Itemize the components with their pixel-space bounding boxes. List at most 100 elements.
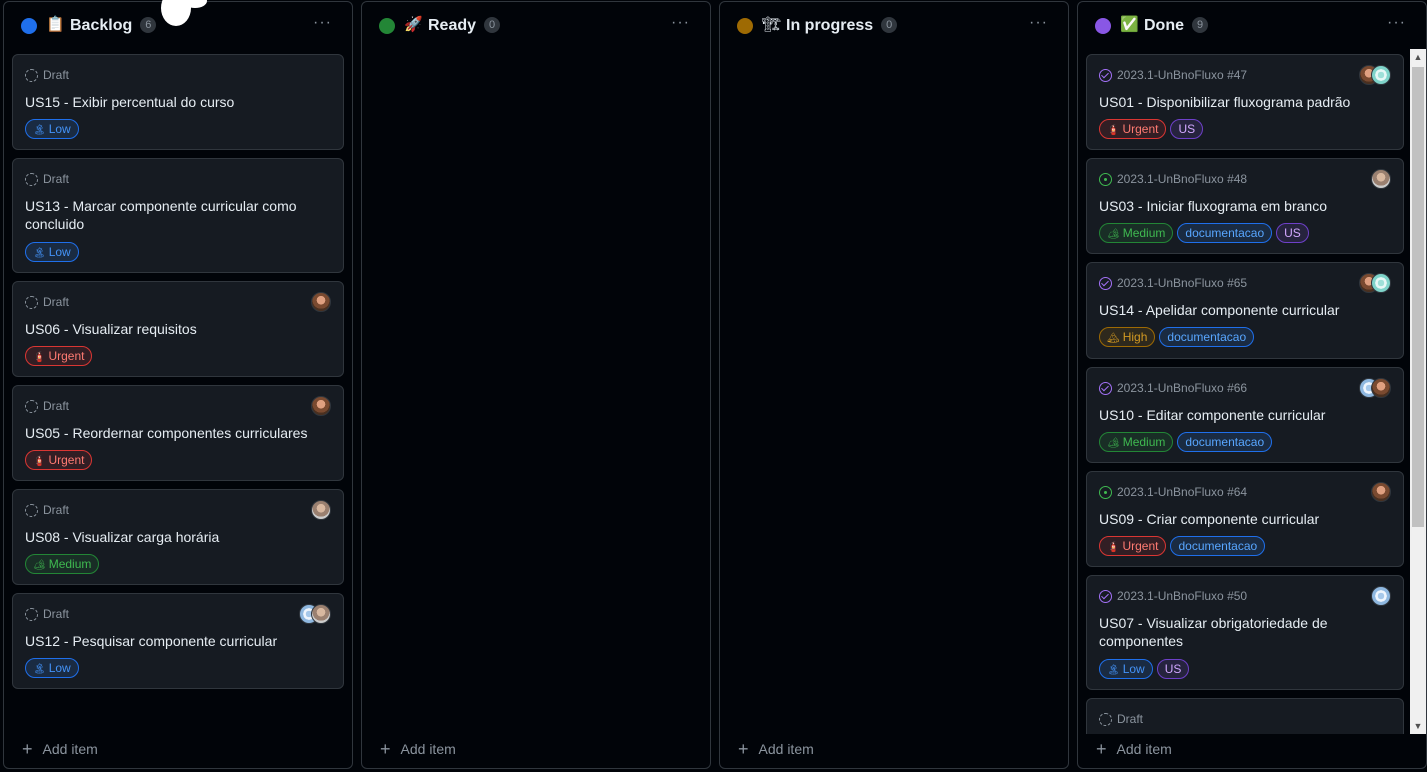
card-labels: 🧯 Urgent US (1099, 119, 1207, 139)
card-labels: 🏕 Medium (25, 554, 103, 574)
avatar[interactable] (1371, 65, 1391, 85)
card-labels: 🏝 Low (25, 658, 83, 678)
avatar[interactable] (1371, 586, 1391, 606)
plus-icon: + (738, 739, 749, 759)
assignees (299, 604, 331, 624)
label-urgent[interactable]: 🧯 Urgent (25, 346, 93, 366)
avatar[interactable] (1371, 169, 1391, 189)
add-item-button[interactable]: + Add item (1096, 740, 1172, 758)
label-medium[interactable]: 🏕 Medium (25, 554, 100, 574)
card-labels: 🧯 Urgent (25, 346, 96, 366)
scroll-down-arrow-icon[interactable]: ▼ (1410, 718, 1426, 734)
add-item-button[interactable]: + Add item (738, 740, 814, 758)
assignees (311, 396, 331, 416)
draft-icon (25, 504, 38, 517)
card-title[interactable]: US14 - Apelidar componente curricular (1099, 301, 1391, 319)
construction-icon: 🏗 (762, 16, 782, 33)
ready-status-dot-icon (379, 18, 395, 34)
card-title[interactable]: US06 - Visualizar requisitos (25, 320, 331, 338)
assignees (311, 500, 331, 520)
card-status: Draft (1099, 711, 1143, 727)
column-done: ✅ Done 9 ··· 2023.1-UnBnoFluxo #47 US01 -… (1077, 1, 1427, 769)
card[interactable]: 2023.1-UnBnoFluxo #65 US14 - Apelidar co… (1086, 262, 1404, 359)
card-title[interactable]: US12 - Pesquisar componente curricular (25, 632, 331, 650)
column-title: Backlog 6 (70, 16, 157, 36)
card[interactable]: Draft US06 - Visualizar requisitos 🧯 Urge… (12, 281, 344, 377)
avatar[interactable] (311, 604, 331, 624)
card-title[interactable]: US05 - Reordernar componentes curricular… (25, 424, 331, 442)
label-us[interactable]: US (1156, 659, 1190, 679)
rocket-icon: 🚀 (404, 16, 423, 33)
scroll-up-arrow-icon[interactable]: ▲ (1410, 49, 1426, 65)
scroll-thumb[interactable] (1412, 67, 1424, 527)
card[interactable]: 2023.1-UnBnoFluxo #64 US09 - Criar compo… (1086, 471, 1404, 567)
card-labels: 🏝 Low US (1099, 659, 1193, 679)
card[interactable]: 2023.1-UnBnoFluxo #50 US07 - Visualizar … (1086, 575, 1404, 690)
column-menu-button[interactable]: ··· (671, 14, 690, 32)
scrollbar[interactable]: ▲ ▼ (1410, 49, 1426, 734)
label-high[interactable]: 🏔 High (1099, 327, 1156, 347)
project-board: 📋 Backlog 6 ··· Draft US15 - Exibir perce… (0, 0, 1427, 772)
card-status: 2023.1-UnBnoFluxo #64 (1099, 484, 1247, 500)
card-labels: 🏕 Medium documentacao US (1099, 223, 1313, 243)
card[interactable]: Draft US08 - Visualizar carga horária 🏕 M… (12, 489, 344, 585)
plus-icon: + (1096, 739, 1107, 759)
label-us[interactable]: US (1170, 119, 1204, 139)
label-medium[interactable]: 🏕 Medium (1099, 223, 1174, 243)
assignees (1359, 273, 1391, 293)
avatar[interactable] (1371, 482, 1391, 502)
card-title[interactable]: US13 - Marcar componente curricular como… (25, 197, 331, 233)
card[interactable]: Draft US15 - Exibir percentual do curso … (12, 54, 344, 150)
assignees (1371, 169, 1391, 189)
avatar[interactable] (311, 292, 331, 312)
card-title[interactable]: US09 - Criar componente curricular (1099, 510, 1391, 528)
label-urgent[interactable]: 🧯 Urgent (25, 450, 93, 470)
label-urgent[interactable]: 🧯 Urgent (1099, 119, 1167, 139)
card[interactable]: Draft US13 - Marcar componente curricula… (12, 158, 344, 273)
card[interactable]: 2023.1-UnBnoFluxo #48 US03 - Iniciar flu… (1086, 158, 1404, 254)
label-us[interactable]: US (1276, 223, 1309, 243)
draft-icon (1099, 713, 1112, 726)
avatar[interactable] (311, 396, 331, 416)
card-title[interactable]: US10 - Editar componente curricular (1099, 406, 1391, 424)
label-low[interactable]: 🏝 Low (25, 119, 79, 139)
label-documentacao[interactable]: documentacao (1177, 223, 1273, 243)
assignees (1359, 378, 1391, 398)
draft-icon (25, 69, 38, 82)
card-labels: 🏝 Low (25, 242, 83, 262)
card-title[interactable]: US08 - Visualizar carga horária (25, 528, 331, 546)
column-menu-button[interactable]: ··· (1029, 14, 1048, 32)
card[interactable]: Draft US12 - Pesquisar componente curric… (12, 593, 344, 689)
assignees (311, 292, 331, 312)
card-title[interactable]: US07 - Visualizar obrigatoriedade de com… (1099, 614, 1391, 650)
label-medium[interactable]: 🏕 Medium (1099, 432, 1174, 452)
label-urgent[interactable]: 🧯 Urgent (1099, 536, 1167, 556)
column-menu-button[interactable]: ··· (313, 14, 332, 32)
avatar[interactable] (311, 500, 331, 520)
avatar[interactable] (1371, 378, 1391, 398)
card-title[interactable]: US01 - Disponibilizar fluxograma padrão (1099, 93, 1391, 111)
clipboard-icon: 📋 (46, 16, 65, 33)
card[interactable]: 2023.1-UnBnoFluxo #47 US01 - Disponibili… (1086, 54, 1404, 150)
add-item-button[interactable]: + Add item (22, 740, 98, 758)
card[interactable]: Draft (1086, 698, 1404, 734)
card-title[interactable]: US15 - Exibir percentual do curso (25, 93, 331, 111)
card-labels: 🏝 Low (25, 119, 83, 139)
card[interactable]: 2023.1-UnBnoFluxo #66 US10 - Editar comp… (1086, 367, 1404, 463)
label-documentacao[interactable]: documentacao (1170, 536, 1266, 556)
card-status: 2023.1-UnBnoFluxo #50 (1099, 588, 1247, 604)
assignees (1371, 586, 1391, 606)
label-low[interactable]: 🏝 Low (25, 658, 79, 678)
label-low[interactable]: 🏝 Low (25, 242, 79, 262)
label-low[interactable]: 🏝 Low (1099, 659, 1153, 679)
draft-icon (25, 296, 38, 309)
column-backlog: 📋 Backlog 6 ··· Draft US15 - Exibir perce… (3, 1, 353, 769)
card-title[interactable]: US03 - Iniciar fluxograma em branco (1099, 197, 1391, 215)
label-documentacao[interactable]: documentacao (1177, 432, 1273, 452)
label-documentacao[interactable]: documentacao (1159, 327, 1255, 347)
card[interactable]: Draft US05 - Reordernar componentes curr… (12, 385, 344, 481)
card-labels: 🧯 Urgent (25, 450, 96, 470)
add-item-button[interactable]: + Add item (380, 740, 456, 758)
avatar[interactable] (1371, 273, 1391, 293)
in-progress-status-dot-icon (737, 18, 753, 34)
